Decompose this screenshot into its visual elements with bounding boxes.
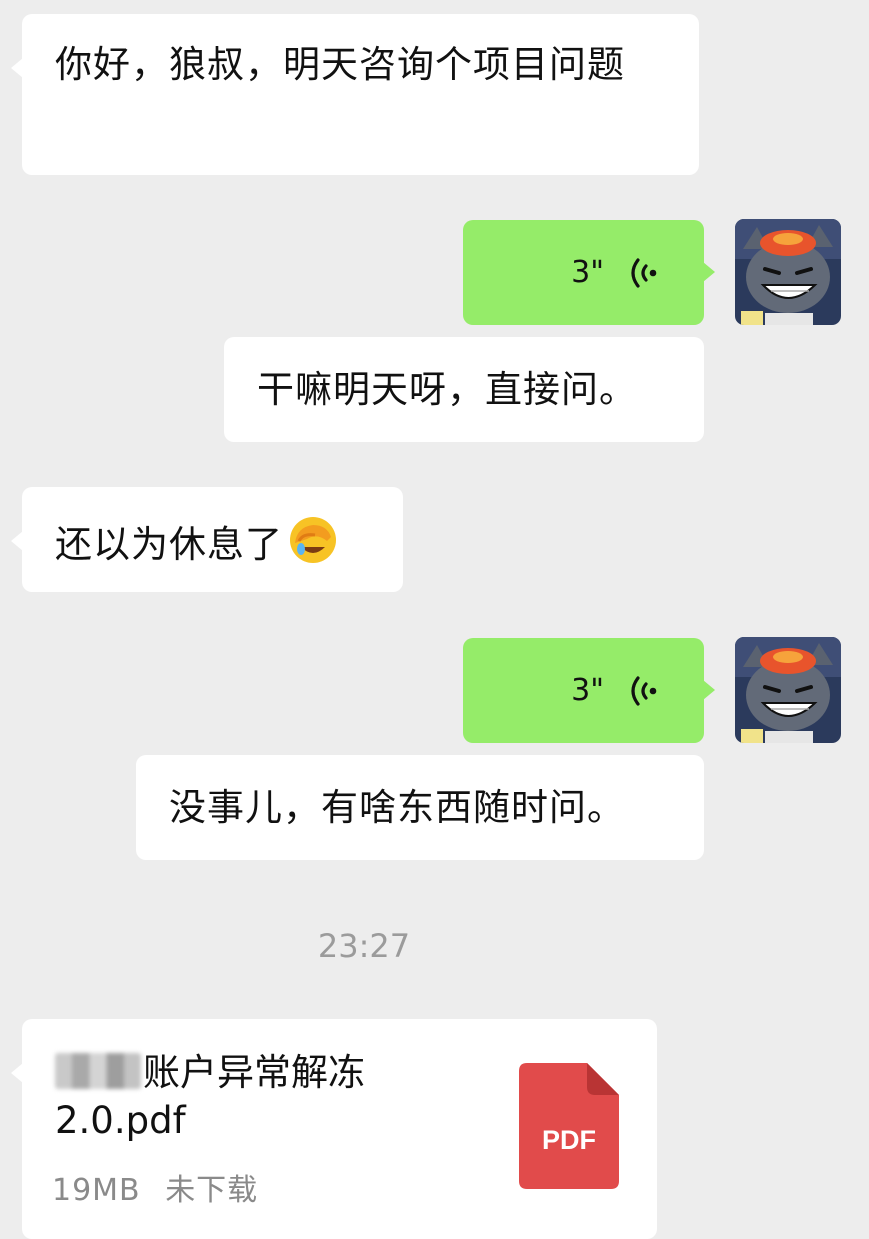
wolf-avatar-icon (735, 219, 841, 325)
message-text-1: 你好，狼叔，明天咨询个项目问题 (55, 43, 625, 86)
message-text-2: 干嘛明天呀，直接问。 (257, 368, 637, 411)
voice-wave-icon (631, 675, 657, 706)
file-meta: 19MB 未下载 (52, 1165, 258, 1209)
pdf-label: PDF (542, 1125, 596, 1155)
voice-message-1[interactable]: 3" (463, 220, 715, 325)
avatar[interactable] (735, 219, 841, 325)
redacted-text (55, 1053, 141, 1089)
file-name: 账户异常解冻2.0.pdf (55, 1049, 475, 1145)
message-text-3-body: 还以为休息了 (55, 523, 283, 566)
voice-wave-icon (631, 257, 657, 288)
timestamp: 23:27 (317, 927, 411, 965)
message-text-3: 还以为休息了 (55, 513, 373, 572)
message-bubble-3[interactable]: 还以为休息了 (11, 487, 403, 592)
voice-duration-2: 3" (571, 673, 604, 708)
message-text-4: 没事儿，有啥东西随时问。 (169, 786, 625, 829)
message-bubble-1[interactable]: 你好，狼叔，明天咨询个项目问题 (11, 14, 699, 175)
pdf-file-icon: PDF (519, 1063, 619, 1189)
face-palm-emoji (290, 517, 336, 563)
wolf-avatar-icon (735, 637, 841, 743)
file-status: 未下载 (165, 1173, 259, 1208)
avatar[interactable] (735, 637, 841, 743)
voice-duration-1: 3" (571, 255, 604, 290)
voice-message-2[interactable]: 3" (463, 638, 715, 743)
file-message[interactable]: 账户异常解冻2.0.pdf 19MB 未下载 PDF (11, 1019, 657, 1239)
message-bubble-2[interactable]: 干嘛明天呀，直接问。 (224, 337, 704, 442)
message-bubble-4[interactable]: 没事儿，有啥东西随时问。 (136, 755, 704, 860)
file-size: 19MB (52, 1173, 141, 1208)
